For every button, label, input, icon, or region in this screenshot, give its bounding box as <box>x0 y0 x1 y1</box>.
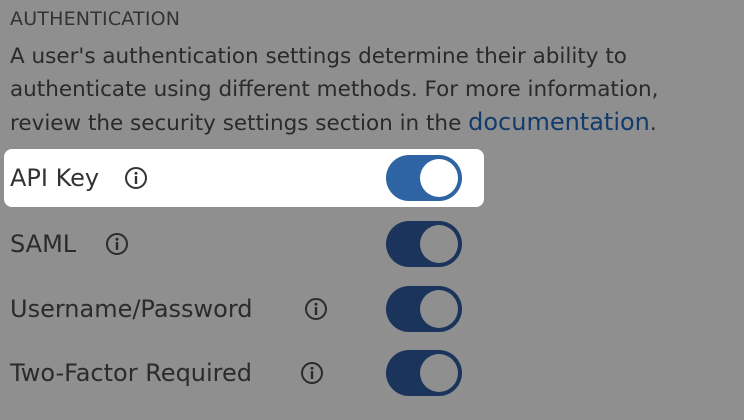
info-icon[interactable] <box>124 166 148 190</box>
section-heading: AUTHENTICATION <box>10 8 181 30</box>
two-factor-toggle[interactable] <box>386 350 462 396</box>
description-end: . <box>649 111 657 136</box>
info-icon[interactable] <box>300 361 324 385</box>
toggle-knob <box>420 159 458 197</box>
setting-row-username-password: Username/Password <box>4 280 484 338</box>
username-password-toggle[interactable] <box>386 286 462 332</box>
info-icon[interactable] <box>304 297 328 321</box>
section-description: A user's authentication settings determi… <box>10 40 730 140</box>
toggle-knob <box>420 290 458 328</box>
setting-label-username-password: Username/Password <box>10 295 253 323</box>
info-icon[interactable] <box>105 232 129 256</box>
setting-label-two-factor: Two-Factor Required <box>10 359 253 387</box>
documentation-link[interactable]: documentation <box>468 108 650 136</box>
setting-row-saml: SAML <box>4 215 484 273</box>
api-key-toggle[interactable] <box>386 155 462 201</box>
setting-row-two-factor: Two-Factor Required <box>4 344 484 402</box>
setting-row-api-key: API Key <box>4 149 484 207</box>
setting-label-api-key: API Key <box>10 164 100 192</box>
saml-toggle[interactable] <box>386 221 462 267</box>
setting-label-saml: SAML <box>10 230 77 258</box>
toggle-knob <box>420 225 458 263</box>
toggle-knob <box>420 354 458 392</box>
